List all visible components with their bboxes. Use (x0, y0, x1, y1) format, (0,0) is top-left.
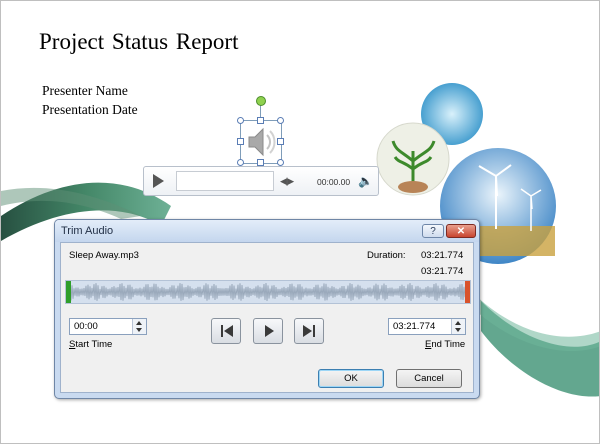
close-button[interactable]: ✕ (446, 224, 476, 238)
playback-time: 00:00.00 (317, 177, 351, 187)
end-time-marker[interactable] (465, 281, 470, 303)
duration-value: 03:21.774 (421, 250, 464, 261)
next-icon (303, 325, 312, 337)
audio-waveform[interactable] (65, 280, 471, 304)
media-player-bar: ◀|▶ 00:00.00 🔈 (143, 166, 379, 196)
start-time-stepper[interactable] (132, 319, 146, 334)
dialog-title: Trim Audio (61, 225, 114, 237)
dialog-titlebar[interactable]: Trim Audio ? ✕ (55, 220, 479, 242)
trim-audio-dialog: Trim Audio ? ✕ Sleep Away.mp3 Duration: … (54, 219, 480, 399)
resize-handle-l[interactable] (237, 138, 244, 145)
previous-frame-button[interactable] (211, 318, 241, 344)
resize-handle-b[interactable] (257, 159, 264, 166)
cancel-button[interactable]: Cancel (396, 369, 462, 388)
end-time-label: End Time (425, 339, 466, 350)
play-icon[interactable] (153, 174, 164, 188)
presentation-date[interactable]: Presentation Date (42, 102, 138, 118)
duration-label: Duration: (367, 250, 406, 261)
end-time-stepper[interactable] (451, 319, 465, 334)
end-position-display: 03:21.774 (421, 266, 464, 277)
resize-handle-r[interactable] (277, 138, 284, 145)
presenter-name[interactable]: Presenter Name (42, 83, 128, 99)
waveform-graphic (66, 283, 470, 301)
ok-button[interactable]: OK (318, 369, 384, 388)
file-name: Sleep Away.mp3 (69, 250, 139, 261)
resize-handle-tr[interactable] (277, 117, 284, 124)
end-time-value: 03:21.774 (393, 321, 436, 332)
step-icon[interactable]: ◀|▶ (280, 176, 294, 187)
end-time-input[interactable]: 03:21.774 (388, 318, 466, 335)
bar-icon (313, 325, 315, 337)
dialog-content: Sleep Away.mp3 Duration: 03:21.774 03:21… (60, 242, 474, 393)
resize-handle-t[interactable] (257, 117, 264, 124)
resize-handle-tl[interactable] (237, 117, 244, 124)
start-time-marker[interactable] (66, 281, 71, 303)
play-icon (265, 325, 274, 337)
up-arrow-icon[interactable] (136, 321, 142, 325)
audio-object[interactable] (237, 117, 284, 166)
start-time-input[interactable]: 00:00 (69, 318, 147, 335)
up-arrow-icon[interactable] (455, 321, 461, 325)
next-frame-button[interactable] (294, 318, 324, 344)
bar-icon (221, 325, 223, 337)
slide: Project Status Report Presenter Name Pre… (0, 0, 600, 444)
rotation-handle[interactable] (256, 96, 266, 106)
resize-handle-br[interactable] (277, 159, 284, 166)
previous-icon (224, 325, 233, 337)
speaker-icon (248, 127, 276, 157)
start-time-value: 00:00 (74, 321, 98, 332)
slide-title[interactable]: Project Status Report (39, 29, 238, 55)
down-arrow-icon[interactable] (455, 328, 461, 332)
help-button[interactable]: ? (422, 224, 444, 238)
playback-track[interactable] (176, 171, 274, 191)
resize-handle-bl[interactable] (237, 159, 244, 166)
volume-icon[interactable]: 🔈 (358, 174, 373, 188)
down-arrow-icon[interactable] (136, 328, 142, 332)
start-time-label: Start Time (69, 339, 113, 350)
play-button[interactable] (253, 318, 283, 344)
